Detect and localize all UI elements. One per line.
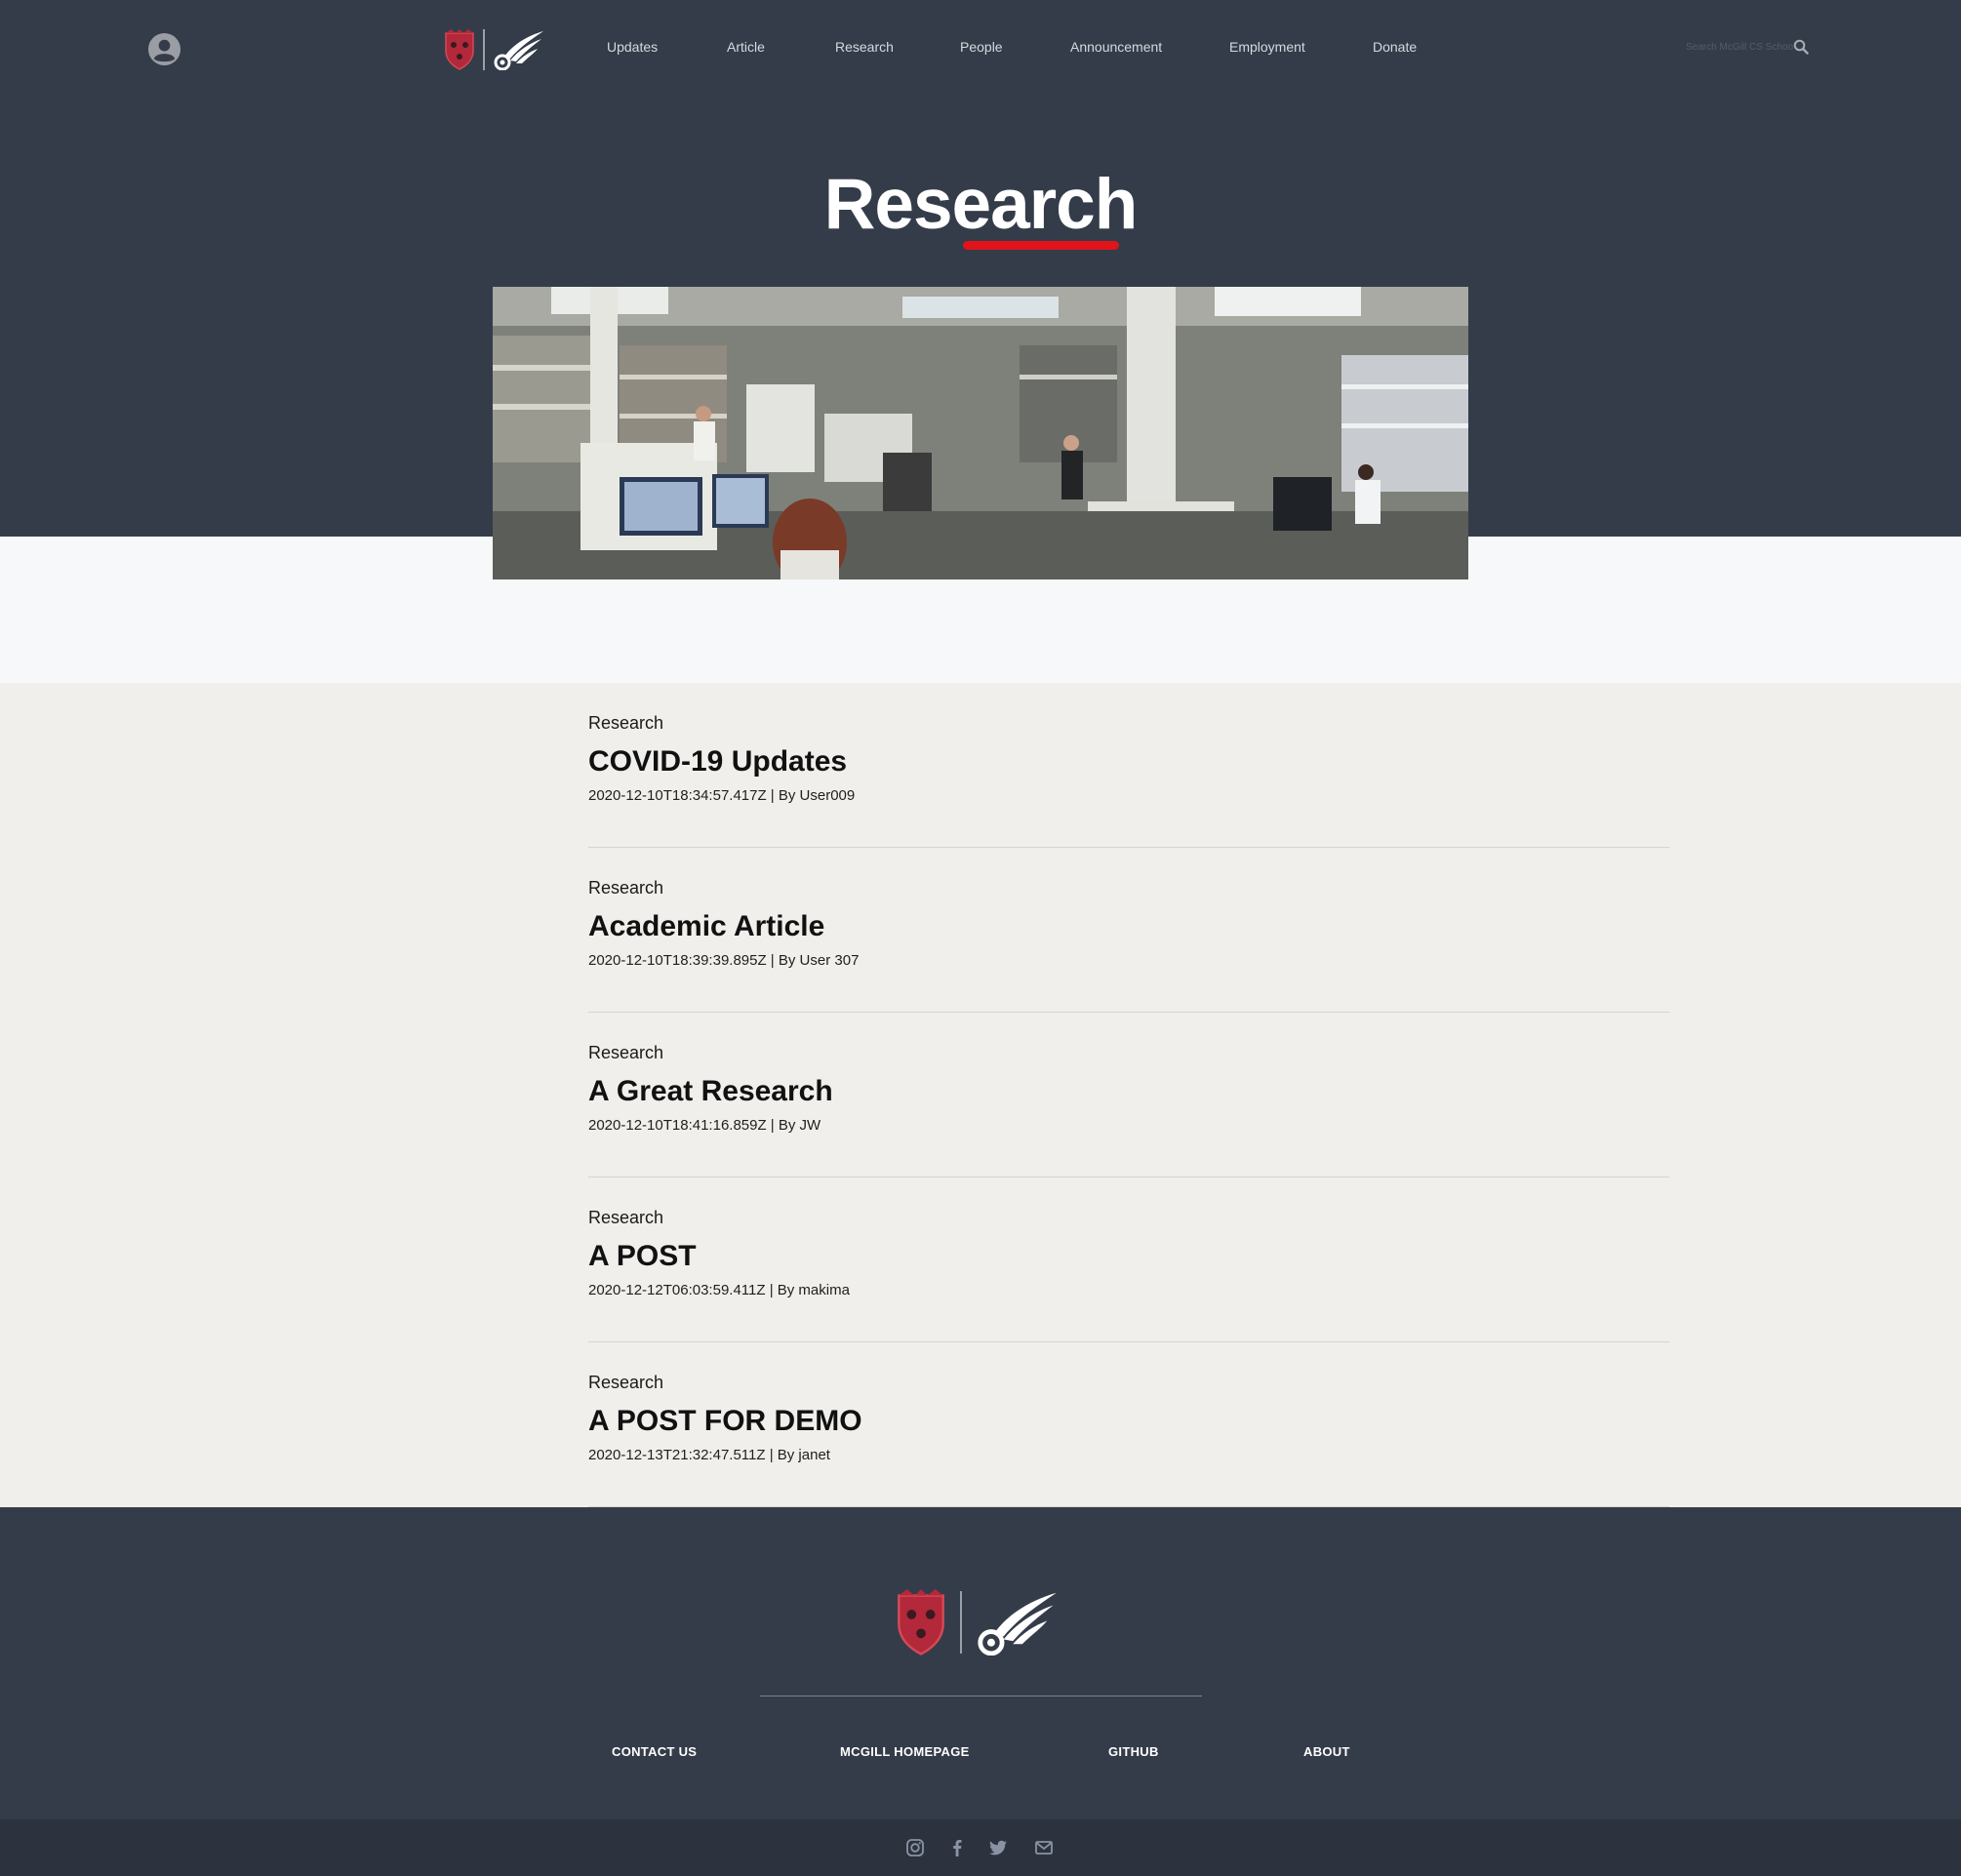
nav-article[interactable]: Article <box>727 39 765 55</box>
title-underline <box>963 241 1119 250</box>
logo-divider <box>960 1591 962 1654</box>
nav-people[interactable]: People <box>960 39 1003 55</box>
wing-logo-icon <box>978 1592 1057 1656</box>
list-item: Research A POST 2020-12-12T06:03:59.411Z… <box>588 1177 1669 1342</box>
footer-link-about[interactable]: ABOUT <box>1303 1744 1350 1759</box>
nav-employment[interactable]: Employment <box>1229 39 1305 55</box>
list-item: Research A Great Research 2020-12-10T18:… <box>588 1013 1669 1177</box>
twitter-icon[interactable] <box>987 1837 1009 1858</box>
facebook-icon[interactable] <box>946 1837 968 1858</box>
post-meta: 2020-12-10T18:41:16.859Z | By JW <box>588 1117 821 1134</box>
post-meta: 2020-12-10T18:39:39.895Z | By User 307 <box>588 952 860 969</box>
search-icon[interactable] <box>1793 39 1809 55</box>
post-title-link[interactable]: A POST <box>588 1240 697 1273</box>
page-title: Research <box>823 165 1139 244</box>
post-category: Research <box>588 1208 664 1227</box>
list-item: Research A POST FOR DEMO 2020-12-13T21:3… <box>588 1342 1669 1507</box>
footer-link-contact[interactable]: CONTACT US <box>612 1744 697 1759</box>
post-title-link[interactable]: Academic Article <box>588 910 824 943</box>
nav-updates[interactable]: Updates <box>607 39 658 55</box>
post-title-link[interactable]: A Great Research <box>588 1075 833 1108</box>
nav-donate[interactable]: Donate <box>1373 39 1417 55</box>
social-bar <box>0 1819 1961 1876</box>
post-meta: 2020-12-12T06:03:59.411Z | By makima <box>588 1282 850 1298</box>
list-item: Research Academic Article 2020-12-10T18:… <box>588 848 1669 1013</box>
post-meta: 2020-12-13T21:32:47.511Z | By janet <box>588 1447 830 1463</box>
main-navigation: Updates Article Research People Announce… <box>0 39 1961 60</box>
post-category: Research <box>588 878 664 898</box>
post-category: Research <box>588 1373 664 1392</box>
search-input[interactable] <box>1686 37 1793 57</box>
footer-link-mcgill-homepage[interactable]: MCGILL HOMEPAGE <box>840 1744 970 1759</box>
post-title-link[interactable]: COVID-19 Updates <box>588 745 847 778</box>
instagram-icon[interactable] <box>904 1837 926 1858</box>
post-title-link[interactable]: A POST FOR DEMO <box>588 1405 862 1438</box>
post-category: Research <box>588 1043 664 1062</box>
mcgill-crest-icon <box>898 1589 944 1656</box>
email-icon[interactable] <box>1033 1837 1055 1858</box>
search-box <box>1686 37 1809 57</box>
hero-image <box>493 287 1468 579</box>
nav-announcement[interactable]: Announcement <box>1070 39 1162 55</box>
footer-logo[interactable] <box>896 1589 1060 1656</box>
list-item: Research COVID-19 Updates 2020-12-10T18:… <box>588 683 1669 848</box>
post-list: Research COVID-19 Updates 2020-12-10T18:… <box>588 683 1669 1507</box>
footer-link-github[interactable]: GITHUB <box>1108 1744 1159 1759</box>
nav-research[interactable]: Research <box>835 39 894 55</box>
post-category: Research <box>588 713 664 733</box>
site-footer: CONTACT US MCGILL HOMEPAGE GITHUB ABOUT <box>0 1507 1961 1819</box>
post-meta: 2020-12-10T18:34:57.417Z | By User009 <box>588 787 856 804</box>
